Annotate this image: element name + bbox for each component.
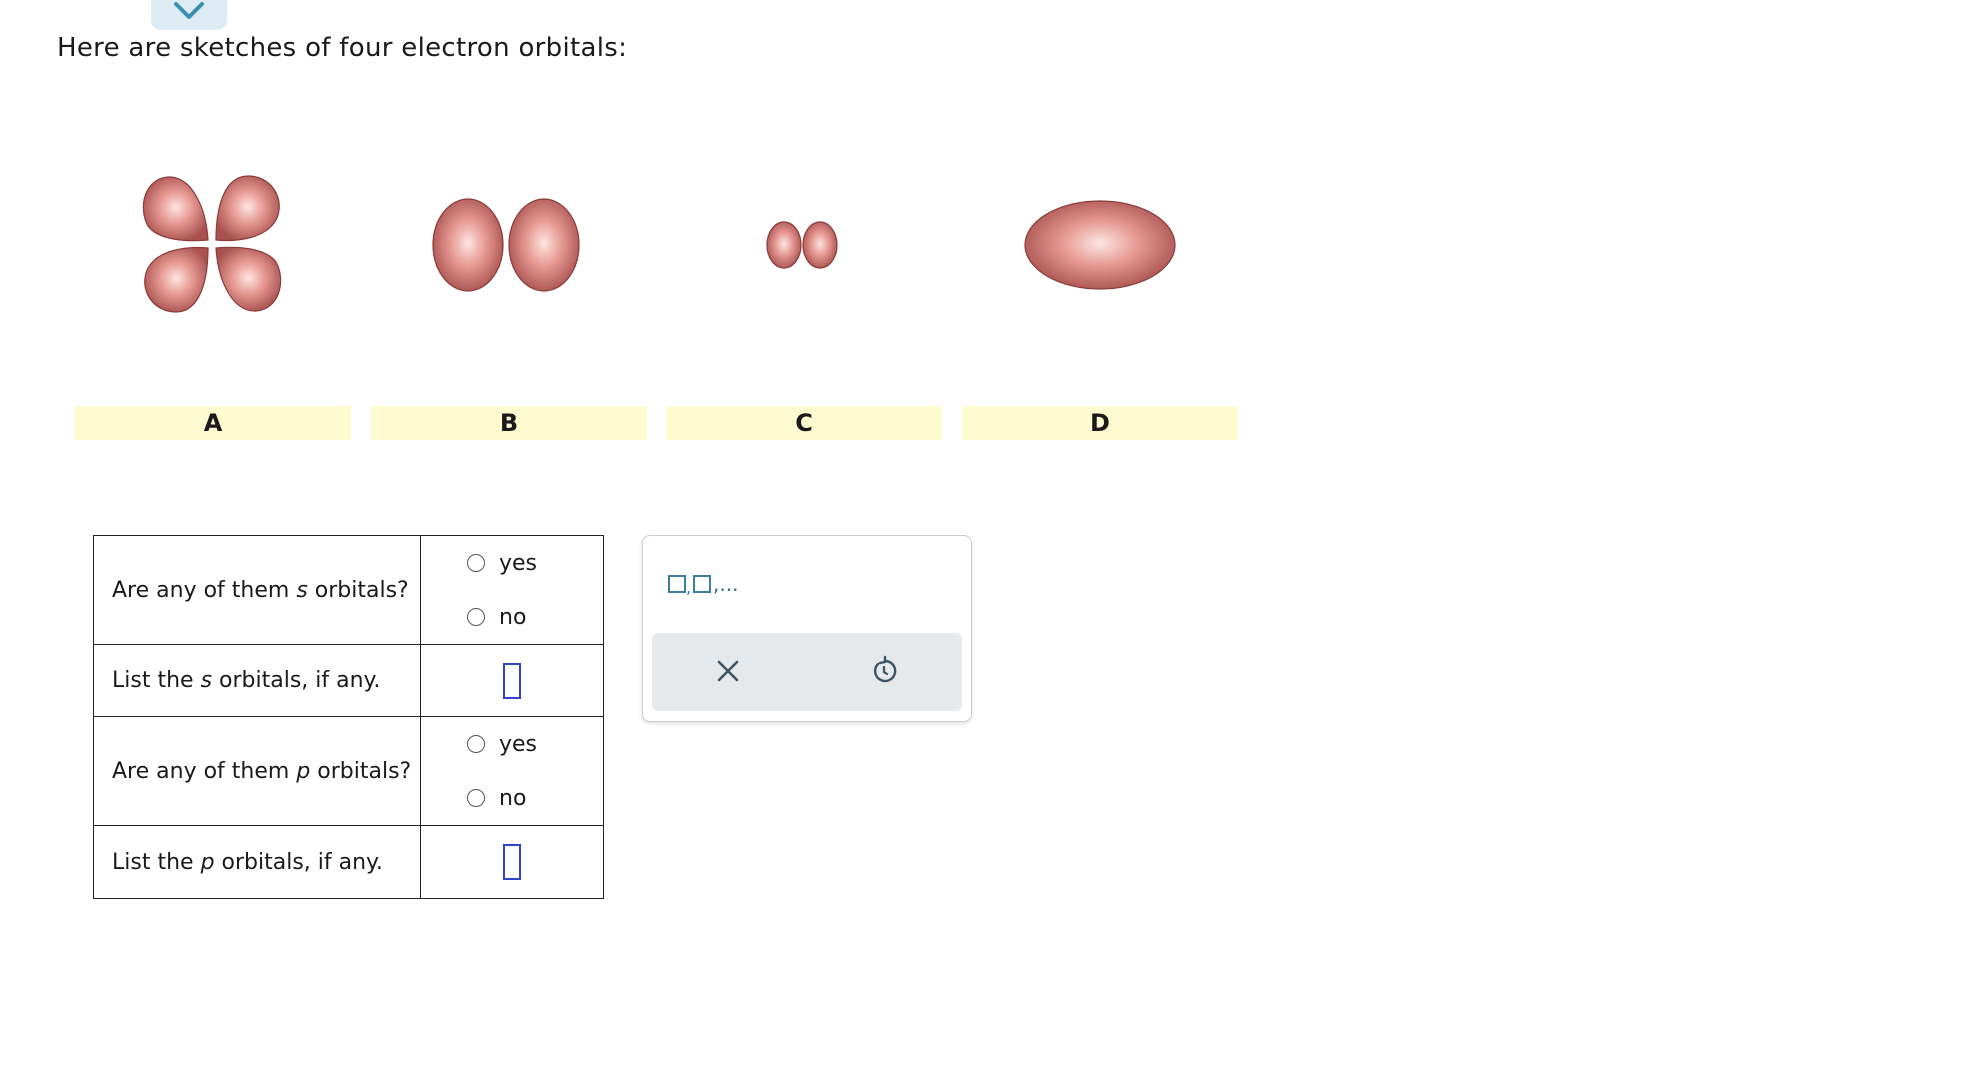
collapse-toggle-button[interactable] bbox=[151, 0, 227, 30]
sequence-template-button[interactable]: , ,... bbox=[667, 572, 738, 596]
radio-p-no[interactable]: no bbox=[421, 771, 603, 825]
orbital-label-d: D bbox=[962, 406, 1238, 440]
radio-circle[interactable] bbox=[467, 789, 485, 807]
toolbox-action-bar bbox=[652, 633, 962, 711]
question-s-any: Are any of them s orbitals? bbox=[93, 535, 421, 645]
table-row: Are any of them p orbitals? yes no bbox=[93, 716, 604, 826]
question-table: Are any of them s orbitals? yes no List … bbox=[93, 535, 604, 899]
radio-circle[interactable] bbox=[467, 554, 485, 572]
answer-toolbox: , ,... bbox=[642, 535, 972, 722]
s-orbitals-input[interactable] bbox=[503, 662, 521, 699]
radio-s-yes[interactable]: yes bbox=[421, 536, 603, 590]
orbital-d-image bbox=[1024, 200, 1176, 290]
orbital-c-image bbox=[766, 221, 838, 269]
question-p-any: Are any of them p orbitals? bbox=[93, 716, 421, 826]
question-p-list: List the p orbitals, if any. bbox=[93, 825, 421, 899]
table-row: Are any of them s orbitals? yes no bbox=[93, 535, 604, 645]
question-prompt: Here are sketches of four electron orbit… bbox=[57, 33, 628, 63]
svg-text:,: , bbox=[686, 578, 691, 595]
orbital-label-c: C bbox=[666, 406, 942, 440]
p-orbitals-input[interactable] bbox=[503, 844, 521, 880]
question-s-list: List the s orbitals, if any. bbox=[93, 644, 421, 717]
undo-icon bbox=[873, 655, 897, 683]
radio-circle[interactable] bbox=[467, 735, 485, 753]
table-row: List the s orbitals, if any. bbox=[93, 644, 604, 717]
orbital-b-image bbox=[432, 198, 580, 292]
box-sequence-icon: , bbox=[668, 575, 711, 595]
close-icon bbox=[717, 660, 739, 682]
radio-s-no[interactable]: no bbox=[421, 590, 603, 644]
radio-p-yes[interactable]: yes bbox=[421, 717, 603, 771]
chevron-down-icon bbox=[174, 2, 204, 19]
orbital-a-image bbox=[142, 175, 282, 313]
clear-button[interactable] bbox=[710, 653, 746, 689]
radio-circle[interactable] bbox=[467, 608, 485, 626]
orbital-label-b: B bbox=[371, 406, 647, 440]
orbital-label-a: A bbox=[75, 406, 351, 440]
undo-button[interactable] bbox=[866, 653, 902, 689]
table-row: List the p orbitals, if any. bbox=[93, 825, 604, 899]
